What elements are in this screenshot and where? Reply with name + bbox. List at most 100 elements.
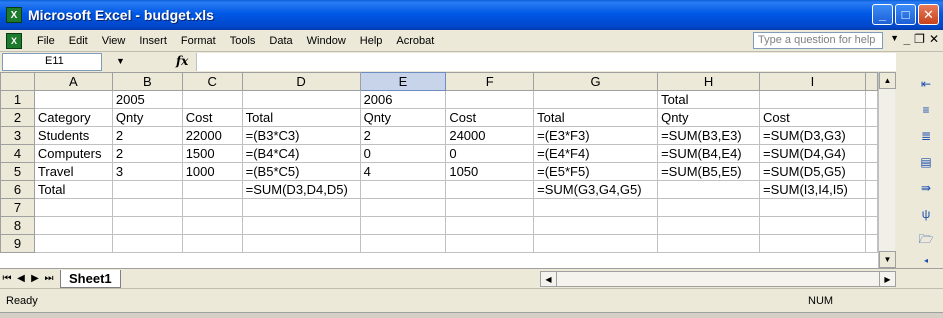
cell-h1[interactable]: Total: [657, 90, 760, 109]
cell-d7[interactable]: [241, 198, 361, 217]
workbook-minimize-button[interactable]: _: [903, 32, 910, 46]
cell-f1[interactable]: [445, 90, 535, 109]
minimize-button[interactable]: _: [872, 4, 893, 25]
cell-b5[interactable]: 3: [111, 162, 183, 181]
cell-partial[interactable]: [864, 126, 878, 145]
cell-partial[interactable]: [864, 90, 878, 109]
cell-g4[interactable]: =(E4*F4): [533, 144, 659, 163]
cell-partial[interactable]: [864, 162, 878, 181]
cell-d5[interactable]: =(B5*C5): [241, 162, 361, 181]
decrease-indent-icon[interactable]: ⇤: [918, 76, 934, 92]
insert-function-icon[interactable]: fx: [176, 54, 188, 68]
cell-e2[interactable]: Qnty: [359, 108, 447, 127]
last-sheet-icon[interactable]: ⏭: [42, 273, 56, 284]
column-header-e[interactable]: E: [359, 72, 447, 91]
filter-icon[interactable]: ψ: [918, 206, 934, 222]
cell-g3[interactable]: =(E3*F3): [533, 126, 659, 145]
cell-f8[interactable]: [445, 216, 535, 235]
align-right-icon[interactable]: ≡: [918, 102, 934, 118]
cell-partial[interactable]: [864, 108, 878, 127]
cell-partial[interactable]: [864, 180, 878, 199]
cell-h8[interactable]: [657, 216, 760, 235]
cell-b4[interactable]: 2: [111, 144, 183, 163]
cell-partial[interactable]: [864, 198, 878, 217]
column-header-b[interactable]: B: [111, 72, 183, 91]
name-box[interactable]: E11: [2, 53, 102, 71]
cell-f5[interactable]: 1050: [445, 162, 535, 181]
cell-d2[interactable]: Total: [241, 108, 361, 127]
cell-g9[interactable]: [533, 234, 659, 253]
align-center-icon[interactable]: ≣: [918, 128, 934, 144]
cell-f3[interactable]: 24000: [445, 126, 535, 145]
workbook-close-button[interactable]: ✕: [929, 32, 939, 46]
scroll-left-icon[interactable]: ◀: [541, 272, 557, 286]
cell-d4[interactable]: =(B4*C4): [241, 144, 361, 163]
cell-e9[interactable]: [359, 234, 447, 253]
cell-i4[interactable]: =SUM(D4,G4): [759, 144, 866, 163]
cell-a9[interactable]: [33, 234, 113, 253]
close-button[interactable]: ✕: [918, 4, 939, 25]
cell-c2[interactable]: Cost: [181, 108, 243, 127]
cell-f4[interactable]: 0: [445, 144, 535, 163]
cell-i1[interactable]: [759, 90, 866, 109]
horizontal-scrollbar[interactable]: ◀ ▶: [540, 271, 896, 287]
cell-d1[interactable]: [241, 90, 361, 109]
cell-h4[interactable]: =SUM(B4,E4): [657, 144, 760, 163]
cell-b8[interactable]: [111, 216, 183, 235]
workbook-icon[interactable]: X: [6, 32, 22, 49]
menu-format[interactable]: Format: [174, 35, 223, 47]
scroll-up-icon[interactable]: ▲: [879, 72, 896, 89]
cell-i3[interactable]: =SUM(D3,G3): [759, 126, 866, 145]
workbook-restore-button[interactable]: ❐: [914, 32, 925, 46]
column-header-a[interactable]: A: [33, 72, 113, 91]
column-header-i[interactable]: I: [759, 72, 866, 91]
cell-b1[interactable]: 2005: [111, 90, 183, 109]
vertical-scrollbar[interactable]: ▲ ▼: [878, 72, 896, 268]
cell-b3[interactable]: 2: [111, 126, 183, 145]
menu-insert[interactable]: Insert: [132, 35, 174, 47]
cell-a5[interactable]: Travel: [33, 162, 113, 181]
scroll-down-icon[interactable]: ▼: [879, 251, 896, 268]
toolbar-more-icon[interactable]: ◂: [918, 252, 934, 268]
select-all-corner[interactable]: [0, 72, 35, 91]
cell-i6[interactable]: =SUM(I3,I4,I5): [759, 180, 866, 199]
cell-c3[interactable]: 22000: [181, 126, 243, 145]
cell-h7[interactable]: [657, 198, 760, 217]
menu-edit[interactable]: Edit: [62, 35, 95, 47]
cell-e1[interactable]: 2006: [359, 90, 447, 109]
next-sheet-icon[interactable]: ▶: [28, 273, 42, 284]
cell-e8[interactable]: [359, 216, 447, 235]
menu-view[interactable]: View: [95, 35, 133, 47]
scroll-right-icon[interactable]: ▶: [879, 272, 895, 286]
cell-c7[interactable]: [181, 198, 243, 217]
row-header-7[interactable]: 7: [0, 198, 35, 217]
cell-i5[interactable]: =SUM(D5,G5): [759, 162, 866, 181]
maximize-button[interactable]: □: [895, 4, 916, 25]
column-header-d[interactable]: D: [241, 72, 361, 91]
open-folder-icon[interactable]: 🗁: [918, 232, 934, 248]
cell-g7[interactable]: [533, 198, 659, 217]
row-header-3[interactable]: 3: [0, 126, 35, 145]
cell-a8[interactable]: [33, 216, 113, 235]
menu-acrobat[interactable]: Acrobat: [389, 35, 441, 47]
cell-a6[interactable]: Total: [33, 180, 113, 199]
column-header-partial[interactable]: [864, 72, 878, 91]
cell-b6[interactable]: [111, 180, 183, 199]
row-header-4[interactable]: 4: [0, 144, 35, 163]
cell-b9[interactable]: [111, 234, 183, 253]
column-header-g[interactable]: G: [533, 72, 659, 91]
cell-e5[interactable]: 4: [359, 162, 447, 181]
cell-a3[interactable]: Students: [33, 126, 113, 145]
cell-a4[interactable]: Computers: [33, 144, 113, 163]
cell-g8[interactable]: [533, 216, 659, 235]
cell-d9[interactable]: [241, 234, 361, 253]
sheet-tab-sheet1[interactable]: Sheet1: [60, 269, 121, 288]
cell-f2[interactable]: Cost: [445, 108, 535, 127]
cell-b7[interactable]: [111, 198, 183, 217]
cell-c4[interactable]: 1500: [181, 144, 243, 163]
column-header-f[interactable]: F: [445, 72, 535, 91]
cell-e7[interactable]: [359, 198, 447, 217]
cell-d3[interactable]: =(B3*C3): [241, 126, 361, 145]
cell-g1[interactable]: [533, 90, 659, 109]
cell-d6[interactable]: =SUM(D3,D4,D5): [241, 180, 361, 199]
